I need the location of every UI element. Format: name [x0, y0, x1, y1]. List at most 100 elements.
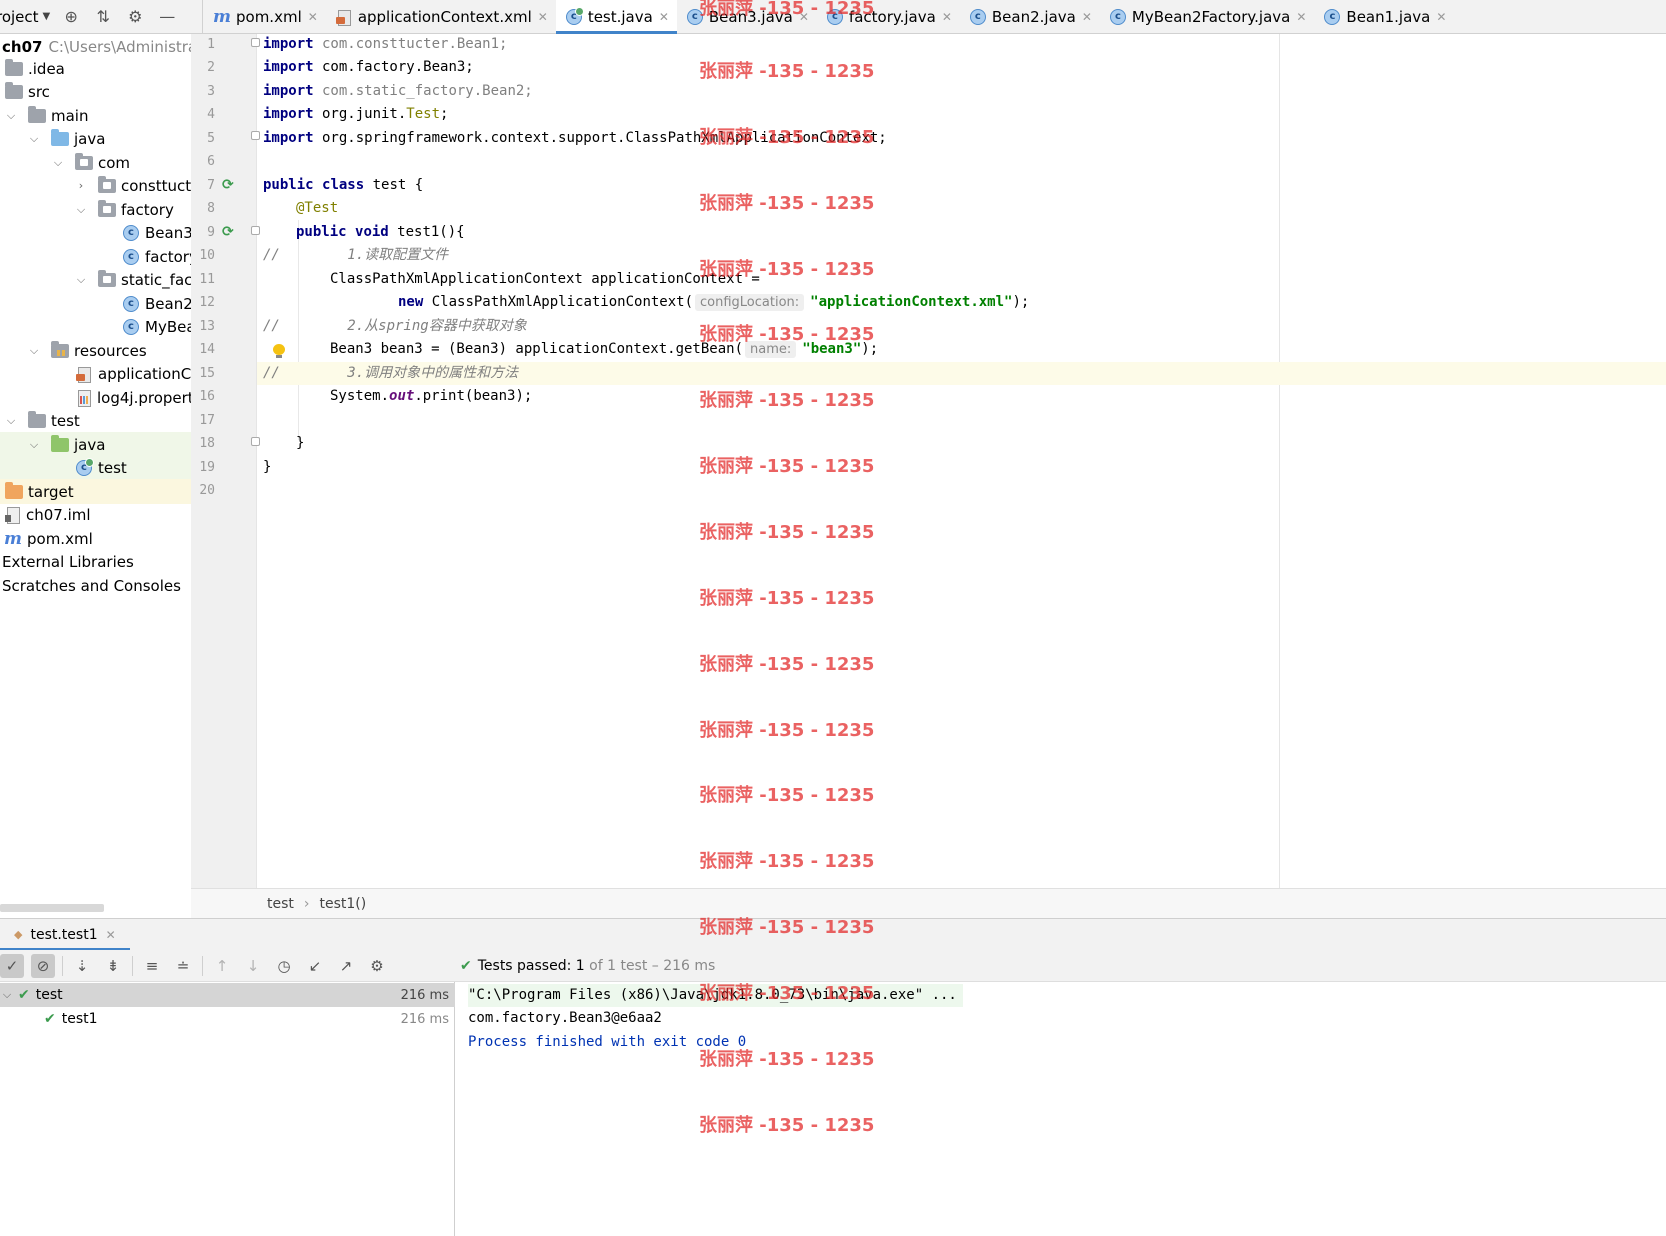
- tab-label[interactable]: MyBean2Factory.java: [1132, 8, 1290, 26]
- chevron-down-icon[interactable]: ⌵: [27, 132, 41, 146]
- sort-alphabetically-icon[interactable]: ⇣: [70, 954, 94, 978]
- tab-label[interactable]: Bean2.java: [992, 8, 1076, 26]
- tree-item-label[interactable]: main: [51, 107, 88, 125]
- tab-factory-java[interactable]: c factory.java ✕: [817, 0, 960, 34]
- test-name[interactable]: test1: [62, 1011, 98, 1027]
- tree-item-bean2[interactable]: c Bean2: [0, 291, 203, 316]
- tree-item-pom-xml[interactable]: m pom.xml: [0, 526, 203, 551]
- close-icon[interactable]: ✕: [308, 10, 318, 24]
- chevron-down-icon[interactable]: ▼: [43, 11, 51, 22]
- test-name[interactable]: test: [36, 987, 63, 1003]
- tree-item-mybean[interactable]: c MyBean: [0, 314, 203, 339]
- export-results-icon[interactable]: ↗: [334, 954, 358, 978]
- run-config-tab[interactable]: ◆ test.test1 ✕: [0, 919, 130, 951]
- lightbulb-icon[interactable]: [273, 344, 285, 358]
- test-row-suite[interactable]: ⌵ ✔ test 216 ms: [0, 983, 455, 1007]
- tree-item-log4j[interactable]: log4j.properti: [0, 385, 203, 410]
- tree-item-label[interactable]: resources: [74, 342, 147, 360]
- tree-item-label[interactable]: External Libraries: [2, 553, 134, 571]
- close-icon[interactable]: ✕: [799, 10, 809, 24]
- chevron-down-icon[interactable]: ⌵: [74, 203, 88, 217]
- tree-item-label[interactable]: ch07.iml: [26, 506, 91, 524]
- tree-item-label[interactable]: test: [51, 412, 80, 430]
- tree-item-java[interactable]: ⌵ java: [0, 126, 203, 151]
- tab-label[interactable]: applicationContext.xml: [358, 8, 532, 26]
- expand-all-icon[interactable]: ≡: [140, 954, 164, 978]
- chevron-down-icon[interactable]: ⌵: [27, 438, 41, 452]
- fold-icon[interactable]: [251, 131, 260, 140]
- tree-item-scratches[interactable]: Scratches and Consoles: [0, 573, 203, 598]
- tab-label[interactable]: pom.xml: [236, 8, 302, 26]
- tab-pom-xml[interactable]: m pom.xml ✕: [203, 0, 326, 34]
- tree-item-test-class[interactable]: c test: [0, 455, 203, 480]
- tree-item-label[interactable]: consttucte: [121, 177, 200, 195]
- import-tests-icon[interactable]: ↙: [303, 954, 327, 978]
- tree-item-label[interactable]: target: [28, 483, 74, 501]
- tree-item-label[interactable]: java: [74, 130, 105, 148]
- console-line-command[interactable]: "C:\Program Files (x86)\Java\jdk1.8.0_73…: [468, 984, 963, 1007]
- show-passed-icon[interactable]: ✓: [0, 953, 24, 978]
- tree-item-static-factory[interactable]: ⌵ static_facto: [0, 267, 203, 292]
- chevron-down-icon[interactable]: ⌵: [27, 344, 41, 358]
- previous-failed-icon[interactable]: ↑: [210, 954, 234, 978]
- sidebar-scrollbar[interactable]: [0, 904, 104, 912]
- close-icon[interactable]: ✕: [1436, 10, 1446, 24]
- tree-item-bean3[interactable]: c Bean3: [0, 220, 203, 245]
- tab-label[interactable]: Bean3.java: [709, 8, 793, 26]
- tree-item-label[interactable]: Scratches and Consoles: [2, 577, 181, 595]
- tree-item-label[interactable]: factory: [145, 248, 198, 266]
- tree-item-application-context[interactable]: applicationCo: [0, 361, 203, 386]
- tree-item-label[interactable]: applicationCo: [98, 365, 200, 383]
- tree-item-src[interactable]: src: [0, 79, 203, 104]
- close-icon[interactable]: ✕: [659, 10, 669, 24]
- sort-by-duration-icon[interactable]: ⇟: [101, 954, 125, 978]
- run-class-icon[interactable]: ⟳: [222, 177, 238, 193]
- breadcrumb-item-method[interactable]: test1(): [320, 896, 367, 912]
- tree-item-ch07-iml[interactable]: ch07.iml: [0, 502, 203, 527]
- tree-item-com[interactable]: ⌵ com: [0, 150, 203, 175]
- chevron-down-icon[interactable]: ⌵: [51, 156, 65, 170]
- run-method-icon[interactable]: ⟳: [222, 224, 238, 240]
- tree-item-label[interactable]: Bean2: [145, 295, 193, 313]
- breadcrumb-item-class[interactable]: test: [267, 896, 294, 912]
- fold-icon[interactable]: [251, 437, 260, 446]
- close-icon[interactable]: ✕: [106, 928, 116, 942]
- tree-item-test-java[interactable]: ⌵ java: [0, 432, 203, 457]
- project-view-title[interactable]: roject: [0, 8, 39, 26]
- tree-item-label[interactable]: test: [98, 459, 127, 477]
- locate-target-icon[interactable]: ⊕: [60, 6, 82, 28]
- close-icon[interactable]: ✕: [538, 10, 548, 24]
- tree-item-label[interactable]: Bean3: [145, 224, 193, 242]
- tree-item-test-folder[interactable]: ⌵ test: [0, 408, 203, 433]
- console-output[interactable]: "C:\Program Files (x86)\Java\jdk1.8.0_73…: [456, 982, 1666, 1236]
- tree-item-label[interactable]: com: [98, 154, 130, 172]
- collapse-all-icon[interactable]: ≐: [171, 954, 195, 978]
- tab-bean2-java[interactable]: c Bean2.java ✕: [960, 0, 1100, 34]
- chevron-down-icon[interactable]: ⌵: [0, 988, 14, 1002]
- fold-icon[interactable]: [251, 38, 260, 47]
- close-icon[interactable]: ✕: [1082, 10, 1092, 24]
- close-icon[interactable]: ✕: [942, 10, 952, 24]
- tree-item-consttucter[interactable]: › consttucte: [0, 173, 203, 198]
- tab-bean1-java[interactable]: c Bean1.java ✕: [1314, 0, 1454, 34]
- tree-item-resources[interactable]: ⌵ resources: [0, 338, 203, 363]
- tree-item-label[interactable]: src: [28, 83, 50, 101]
- tree-item-label[interactable]: java: [74, 436, 105, 454]
- tree-item-idea[interactable]: .idea: [0, 56, 203, 81]
- tab-bean3-java[interactable]: c Bean3.java ✕: [677, 0, 817, 34]
- chevron-down-icon[interactable]: ⌵: [4, 414, 18, 428]
- tab-label[interactable]: factory.java: [849, 8, 936, 26]
- tree-item-label[interactable]: .idea: [28, 60, 65, 78]
- tab-mybean2factory-java[interactable]: c MyBean2Factory.java ✕: [1100, 0, 1315, 34]
- tab-test-java[interactable]: c test.java ✕: [555, 0, 677, 34]
- close-icon[interactable]: ✕: [1296, 10, 1306, 24]
- tab-application-context-xml[interactable]: applicationContext.xml ✕: [326, 0, 556, 34]
- tree-item-label[interactable]: log4j.properti: [97, 389, 198, 407]
- tree-item-external-libraries[interactable]: External Libraries: [0, 549, 203, 574]
- tree-item-main[interactable]: ⌵ main: [0, 103, 203, 128]
- collapse-all-icon[interactable]: ⇅: [92, 6, 114, 28]
- tree-item-label[interactable]: ch07: [2, 38, 42, 56]
- run-tab-label[interactable]: test.test1: [30, 927, 97, 943]
- tab-label[interactable]: Bean1.java: [1346, 8, 1430, 26]
- tree-item-target[interactable]: target: [0, 479, 203, 504]
